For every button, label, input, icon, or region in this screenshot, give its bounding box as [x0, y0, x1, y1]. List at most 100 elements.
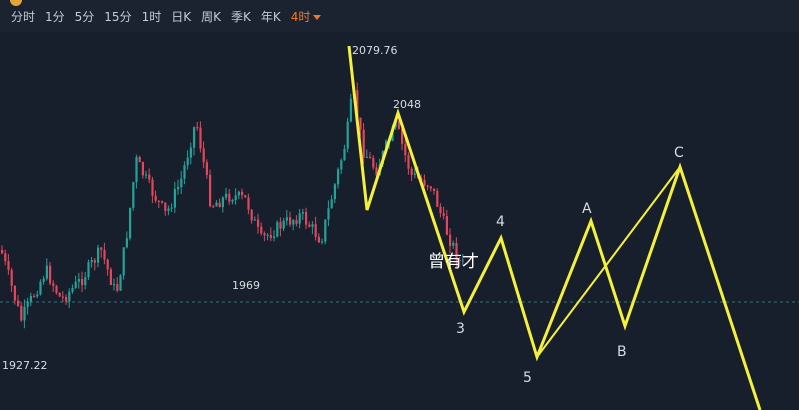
- candle-body: [55, 285, 58, 293]
- candle-body: [167, 208, 170, 211]
- candle-body: [39, 281, 42, 295]
- candle-body: [157, 200, 160, 202]
- candle-body: [193, 127, 196, 148]
- candle-body: [33, 296, 36, 298]
- mid-low-price-label: 1969: [232, 279, 260, 292]
- candle-body: [199, 127, 202, 149]
- candle-body: [58, 292, 61, 297]
- candle-body: [196, 127, 199, 129]
- candle-body: [20, 305, 23, 321]
- candle-body: [122, 247, 125, 276]
- candle-body: [212, 206, 215, 208]
- candle-body: [314, 224, 317, 237]
- candle-body: [279, 222, 282, 229]
- candle-body: [423, 180, 426, 186]
- wave-5-label: 5: [523, 370, 532, 386]
- candle-body: [61, 296, 64, 298]
- candle-body: [429, 186, 432, 189]
- candle-body: [301, 211, 304, 214]
- candle-body: [298, 213, 301, 224]
- candle-body: [52, 283, 55, 286]
- candle-body: [276, 222, 279, 237]
- candle-body: [218, 202, 221, 208]
- candle-body: [45, 265, 48, 279]
- candle-body: [413, 173, 416, 175]
- candle-body: [362, 129, 365, 158]
- candle-body: [205, 162, 208, 175]
- wave-B-label: B: [617, 344, 627, 360]
- candle-body: [433, 188, 436, 191]
- candle-body: [1, 250, 4, 254]
- candle-body: [237, 191, 240, 196]
- high-price-label: 2079.76: [352, 44, 398, 57]
- candle-body: [333, 184, 336, 200]
- candle-body: [202, 148, 205, 163]
- candle-body: [337, 169, 340, 185]
- candle-body: [189, 147, 192, 158]
- candle-body: [295, 220, 298, 224]
- candle-body: [4, 253, 7, 262]
- candle-body: [81, 278, 84, 286]
- candle-body: [308, 224, 311, 227]
- candle-body: [449, 234, 452, 246]
- candle-body: [103, 249, 106, 260]
- author-watermark: 曾有才: [428, 252, 479, 272]
- candle-body: [65, 296, 68, 302]
- candle-body: [365, 156, 368, 158]
- candlestick-chart[interactable]: 2079.76 2048 1969 1927.22 3 4 5 A B C 曾有…: [0, 0, 799, 410]
- candle-body: [221, 197, 224, 208]
- candle-body: [161, 201, 164, 203]
- candle-body: [119, 275, 122, 291]
- candle-body: [42, 278, 45, 282]
- candle-body: [84, 277, 87, 286]
- candle-body: [327, 208, 330, 220]
- candle-body: [359, 117, 362, 130]
- candle-body: [234, 195, 237, 201]
- chart-app: 分时 1分 5分 15分 1时 日K 周K 季K 年K 4时 2079.76 2…: [0, 0, 799, 410]
- candle-body: [135, 157, 138, 183]
- candle-body: [36, 294, 39, 297]
- candle-body: [93, 260, 96, 263]
- candle-body: [247, 197, 250, 210]
- candle-body: [90, 260, 93, 263]
- candle-body: [113, 284, 116, 286]
- candle-body: [231, 200, 234, 202]
- candle-body: [442, 213, 445, 217]
- candle-body: [100, 247, 103, 250]
- candle-body: [71, 287, 74, 292]
- candle-body: [244, 195, 247, 198]
- candle-body: [266, 234, 269, 236]
- candle-body: [321, 241, 324, 243]
- candle-body: [129, 207, 132, 239]
- candle-body: [173, 189, 176, 208]
- peak-price-label: 2048: [393, 98, 421, 111]
- candle-body: [116, 284, 119, 291]
- candle-body: [132, 182, 135, 208]
- candle-body: [138, 157, 141, 163]
- candle-body: [343, 148, 346, 161]
- candle-body: [241, 191, 244, 196]
- candle-body: [324, 219, 327, 242]
- candle-body: [141, 162, 144, 176]
- candle-body: [253, 219, 256, 221]
- candle-body: [225, 193, 228, 198]
- candle-body: [177, 186, 180, 190]
- candle-body: [228, 193, 231, 202]
- candle-body: [260, 226, 263, 234]
- candle-body: [145, 174, 148, 176]
- candle-body: [68, 291, 71, 302]
- candle-body: [125, 238, 128, 248]
- candle-body: [49, 265, 52, 284]
- candle-body: [26, 301, 29, 307]
- candle-body: [305, 211, 308, 225]
- candle-body: [445, 216, 448, 235]
- low-price-label: 1927.22: [2, 359, 48, 372]
- candle-body: [180, 178, 183, 187]
- candle-body: [183, 165, 186, 179]
- candle-body: [436, 190, 439, 207]
- candle-body: [292, 220, 295, 225]
- candle-body: [285, 217, 288, 221]
- candle-body: [269, 234, 272, 239]
- candle-body: [340, 160, 343, 170]
- candle-body: [311, 224, 314, 227]
